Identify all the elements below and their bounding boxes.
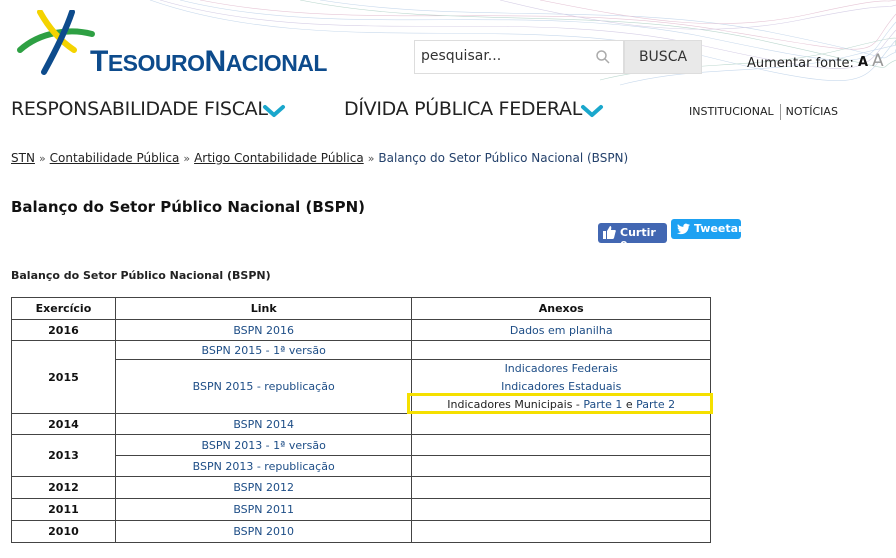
- link-cell: BSPN 2011: [114, 498, 413, 521]
- table-row: 2011 BSPN 2011: [11, 498, 711, 521]
- table-row: 2014 BSPN 2014: [11, 413, 711, 435]
- nav-item-label: RESPONSABILIDADE FISCAL: [11, 98, 268, 120]
- year-cell: 2011: [11, 498, 116, 521]
- anexo-cell: Indicadores Federais: [411, 359, 711, 378]
- facebook-like-button[interactable]: Curtir 0: [598, 223, 667, 252]
- chevron-down-icon[interactable]: [580, 104, 604, 118]
- anexo-cell: [411, 520, 711, 543]
- link-cell: BSPN 2015 - 1ª versão: [114, 340, 413, 360]
- thumbs-up-icon: [603, 226, 616, 239]
- breadcrumb-link-artigo[interactable]: Artigo Contabilidade Pública: [194, 151, 364, 165]
- anexo-link[interactable]: Dados em planilha: [510, 324, 613, 337]
- year-cell: 2012: [11, 476, 116, 499]
- nav-item-responsabilidade-fiscal[interactable]: RESPONSABILIDADE FISCAL: [11, 98, 268, 120]
- anexo-cell: Indicadores Municipais - Parte 1 e Parte…: [411, 395, 711, 414]
- table-row: 2013 BSPN 2013 - 1ª versão: [11, 434, 711, 477]
- search-box: [414, 40, 624, 74]
- breadcrumb-link-contabilidade-publica[interactable]: Contabilidade Pública: [50, 151, 180, 165]
- font-increase-button[interactable]: A: [872, 51, 884, 71]
- font-size-label: Aumentar fonte:: [747, 56, 854, 71]
- bspn-link[interactable]: BSPN 2015 - 1ª versão: [202, 344, 326, 357]
- year-cell: 2014: [11, 413, 116, 435]
- bspn-link[interactable]: BSPN 2011: [233, 503, 294, 516]
- link-cell: BSPN 2015 - republicação: [114, 359, 413, 414]
- table-row: BSPN 2013 - republicação: [12, 455, 711, 477]
- font-normal-button[interactable]: A: [858, 55, 868, 70]
- anexo-cell: Indicadores Estaduais: [411, 377, 711, 396]
- anexo-text: Indicadores Municipais -: [447, 397, 584, 411]
- table-row: 2015 BSPN 2015 - 1ª versão: [11, 340, 711, 414]
- anexo-link-parte1[interactable]: Parte 1: [583, 398, 622, 411]
- column-header: Link: [114, 297, 413, 320]
- breadcrumb-link-stn[interactable]: STN: [11, 151, 35, 165]
- anexo-cell: [411, 413, 711, 435]
- search-input[interactable]: [421, 48, 591, 64]
- link-cell: BSPN 2013 - republicação: [114, 455, 413, 477]
- anexo-cell: [411, 476, 711, 499]
- tweet-button[interactable]: Tweetar: [671, 219, 744, 239]
- anexo-text: e: [622, 397, 637, 411]
- anexo-link-parte2[interactable]: Parte 2: [636, 398, 675, 411]
- chevron-down-icon[interactable]: [262, 104, 286, 118]
- link-cell: BSPN 2010: [114, 520, 413, 543]
- tweet-label: Tweetar: [694, 222, 744, 235]
- bspn-link[interactable]: BSPN 2015 - republicação: [193, 380, 335, 393]
- column-header: Exercício: [11, 297, 116, 320]
- table-row: 2016 BSPN 2016 Dados em planilha: [11, 319, 711, 341]
- link-cell: BSPN 2014: [114, 413, 413, 435]
- search-icon[interactable]: [595, 49, 611, 65]
- bspn-link[interactable]: BSPN 2012: [233, 481, 294, 494]
- anexo-cell: Dados em planilha: [411, 319, 711, 341]
- divider: [779, 104, 781, 120]
- breadcrumb-separator-icon: »: [183, 152, 191, 165]
- twitter-bird-icon: [677, 223, 690, 235]
- breadcrumb-separator-icon: »: [367, 152, 375, 165]
- section-title: Balanço do Setor Público Nacional (BSPN): [11, 269, 271, 282]
- bspn-table: Exercício Link Anexos 2016 BSPN 2016 Dad…: [11, 297, 711, 543]
- search-button[interactable]: BUSCA: [624, 40, 702, 74]
- nav-item-divida-publica-federal[interactable]: DÍVIDA PÚBLICA FEDERAL: [344, 98, 582, 120]
- bspn-link[interactable]: BSPN 2016: [233, 324, 294, 337]
- link-institucional[interactable]: INSTITUCIONAL: [689, 105, 774, 118]
- nav-item-label: DÍVIDA PÚBLICA FEDERAL: [344, 98, 583, 120]
- table-row: 2010 BSPN 2010: [11, 520, 711, 543]
- link-noticias[interactable]: NOTÍCIAS: [786, 105, 838, 118]
- year-cell: 2016: [11, 319, 116, 341]
- breadcrumb-separator-icon: »: [38, 152, 46, 165]
- link-cell: BSPN 2012: [114, 476, 413, 499]
- bspn-link[interactable]: BSPN 2013 - republicação: [193, 460, 335, 473]
- anexo-link[interactable]: Indicadores Estaduais: [501, 380, 621, 393]
- table-row: BSPN 2015 - republicação Indicadores Fed…: [12, 359, 711, 414]
- anexo-cell: [411, 340, 711, 360]
- year-cell: 2013: [11, 434, 116, 477]
- bspn-link[interactable]: BSPN 2013 - 1ª versão: [202, 439, 326, 452]
- year-cell: 2010: [11, 520, 116, 543]
- column-header: Anexos: [411, 297, 711, 320]
- bspn-link[interactable]: BSPN 2014: [233, 418, 294, 431]
- anexo-cell: [411, 455, 711, 477]
- table-header-row: Exercício Link Anexos: [11, 297, 711, 320]
- anexo-cell: [411, 498, 711, 521]
- year-cell: 2015: [11, 340, 116, 414]
- logo-wordmark: TESOURONACIONAL: [90, 45, 327, 78]
- anexo-cell: [411, 434, 711, 456]
- breadcrumb-current: Balanço do Setor Público Nacional (BSPN): [378, 151, 629, 165]
- facebook-like-label: Curtir 0: [620, 226, 656, 252]
- link-cell: BSPN 2016: [114, 319, 413, 341]
- breadcrumb: STN» Contabilidade Pública» Artigo Contabi…: [11, 151, 628, 165]
- top-links: INSTITUCIONAL NOTÍCIAS: [689, 104, 838, 120]
- page-title: Balanço do Setor Público Nacional (BSPN): [11, 198, 366, 216]
- link-cell: BSPN 2013 - 1ª versão: [114, 434, 413, 456]
- bspn-link[interactable]: BSPN 2010: [233, 525, 294, 538]
- table-row: 2012 BSPN 2012: [11, 476, 711, 499]
- anexo-link[interactable]: Indicadores Federais: [505, 362, 618, 375]
